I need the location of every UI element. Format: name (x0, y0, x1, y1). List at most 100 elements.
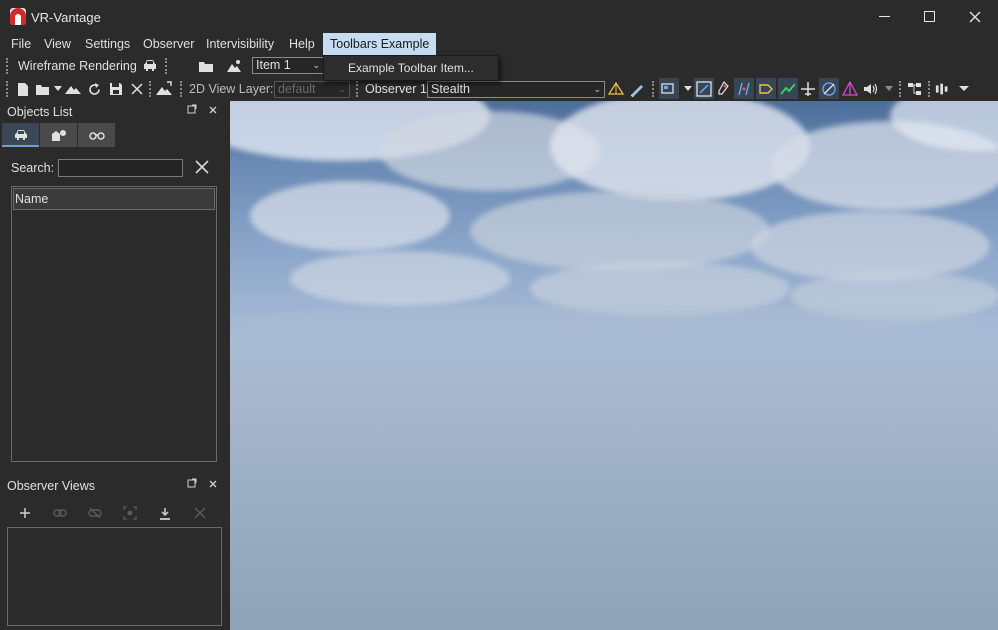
view-layer-combo: default ⌄ (274, 81, 350, 98)
pyramid-icon[interactable] (608, 81, 624, 97)
close-panel-button[interactable] (206, 478, 220, 492)
toolbar-grip[interactable] (6, 81, 8, 97)
menu-intervisibility[interactable]: Intervisibility (199, 33, 281, 55)
item-combo[interactable]: Item 1 ⌄ (252, 57, 324, 74)
objects-list[interactable]: Name (11, 186, 217, 462)
observer-views-title: Observer Views (7, 479, 95, 493)
item-combo-value: Item 1 (256, 58, 291, 72)
chevron-down-icon: ⌄ (312, 60, 320, 70)
download-view-button[interactable] (157, 505, 173, 521)
link-icon (53, 509, 67, 517)
capture-view-button[interactable] (122, 505, 138, 521)
close-panel-button[interactable] (206, 104, 220, 118)
toolbars-example-menu: Example Toolbar Item... (323, 55, 499, 81)
app-logo-icon (10, 8, 26, 25)
clear-search-button[interactable] (195, 158, 209, 178)
menu-file[interactable]: File (4, 33, 38, 55)
close-icon (969, 11, 981, 22)
column-header-name[interactable]: Name (13, 188, 215, 210)
toolbar-grip[interactable] (165, 58, 167, 74)
menu-help[interactable]: Help (282, 33, 322, 55)
delete-view-button[interactable] (192, 505, 208, 521)
menu-view[interactable]: View (37, 33, 78, 55)
float-panel-button[interactable] (185, 478, 199, 492)
toolbar-grip[interactable] (928, 81, 930, 97)
observer-views-list[interactable] (7, 527, 222, 626)
close-icon (209, 106, 217, 114)
new-file-icon[interactable] (15, 81, 31, 97)
align-icon[interactable] (935, 81, 951, 97)
toolbar-grip[interactable] (6, 58, 8, 74)
refresh-icon[interactable] (86, 81, 102, 97)
terrain-edit-icon[interactable] (156, 80, 172, 96)
line-chart-icon[interactable] (780, 81, 796, 97)
aircraft-icon[interactable] (800, 81, 816, 97)
title-bar: VR-Vantage (0, 0, 998, 33)
link-view-button[interactable] (52, 505, 68, 521)
shape-icon[interactable] (758, 81, 774, 97)
save-icon[interactable] (108, 81, 124, 97)
buildings-icon (51, 130, 66, 141)
folder-icon[interactable] (198, 58, 214, 74)
open-folder-icon[interactable] (35, 81, 51, 97)
chevron-down-icon[interactable] (956, 81, 972, 97)
float-icon (187, 478, 197, 488)
hierarchy-icon[interactable] (907, 81, 923, 97)
toolbar-grip[interactable] (899, 81, 901, 97)
maximize-button[interactable] (906, 0, 952, 33)
bed-vehicle-icon[interactable] (661, 81, 677, 97)
chevron-down-icon[interactable] (50, 81, 66, 97)
float-panel-button[interactable] (185, 104, 199, 118)
toolbar-grip[interactable] (180, 81, 182, 97)
pencil-grid-icon[interactable] (629, 81, 645, 97)
car-icon (14, 129, 27, 140)
minimize-icon (878, 16, 890, 17)
menu-settings[interactable]: Settings (78, 33, 137, 55)
menu-observer[interactable]: Observer (136, 33, 201, 55)
toolbar-row-2: 2D View Layer: default ⌄ Observer 1 Stea… (0, 77, 998, 101)
radar-icon[interactable] (821, 81, 837, 97)
tab-observers[interactable] (78, 123, 115, 147)
observer-mode-value: Stealth (431, 82, 470, 96)
download-icon (160, 507, 170, 520)
example-toolbar-item[interactable]: Example Toolbar Item... (348, 61, 474, 75)
unlink-icon (88, 507, 102, 519)
frustum-icon[interactable] (842, 81, 858, 97)
tab-vehicles[interactable] (2, 123, 39, 147)
toolbar-grip[interactable] (149, 81, 151, 97)
close-icon[interactable] (129, 81, 145, 97)
maximize-icon (923, 11, 935, 22)
observer-mode-combo[interactable]: Stealth ⌄ (427, 81, 605, 98)
toolbar-grip[interactable] (356, 81, 358, 97)
view-layer-label: 2D View Layer: (189, 82, 274, 96)
objects-list-header: Objects List (0, 102, 228, 122)
toolbar-grip[interactable] (652, 81, 654, 97)
chevron-down-icon: ⌄ (593, 84, 601, 94)
toolbar-row-1: Wireframe Rendering Item 1 ⌄ (0, 55, 998, 77)
scene-viewport[interactable] (230, 101, 998, 630)
tab-buildings[interactable] (40, 123, 77, 147)
view-layer-value: default (278, 82, 316, 96)
measure-icon[interactable] (736, 81, 752, 97)
terrain-image-icon[interactable] (226, 57, 242, 73)
close-button[interactable] (952, 0, 998, 33)
speaker-icon[interactable] (863, 81, 879, 97)
minimize-button[interactable] (861, 0, 907, 33)
objects-list-title: Objects List (7, 105, 73, 119)
grid-snap-icon[interactable] (696, 81, 712, 97)
add-view-button[interactable] (17, 505, 33, 521)
capture-icon (123, 506, 137, 520)
vehicle-icon[interactable] (142, 57, 158, 73)
cloud-layer (230, 306, 998, 336)
unlink-view-button[interactable] (87, 505, 103, 521)
pin-icon[interactable] (716, 81, 732, 97)
terrain-icon[interactable] (65, 81, 81, 97)
chevron-down-icon: ⌄ (338, 84, 346, 94)
menu-toolbars-example[interactable]: Toolbars Example (323, 33, 437, 55)
close-icon (194, 507, 206, 519)
wireframe-rendering-button[interactable]: Wireframe Rendering (18, 59, 137, 73)
chevron-down-icon[interactable] (881, 81, 897, 97)
window-title: VR-Vantage (31, 10, 101, 25)
plus-icon (20, 508, 30, 518)
search-input[interactable] (58, 159, 183, 177)
